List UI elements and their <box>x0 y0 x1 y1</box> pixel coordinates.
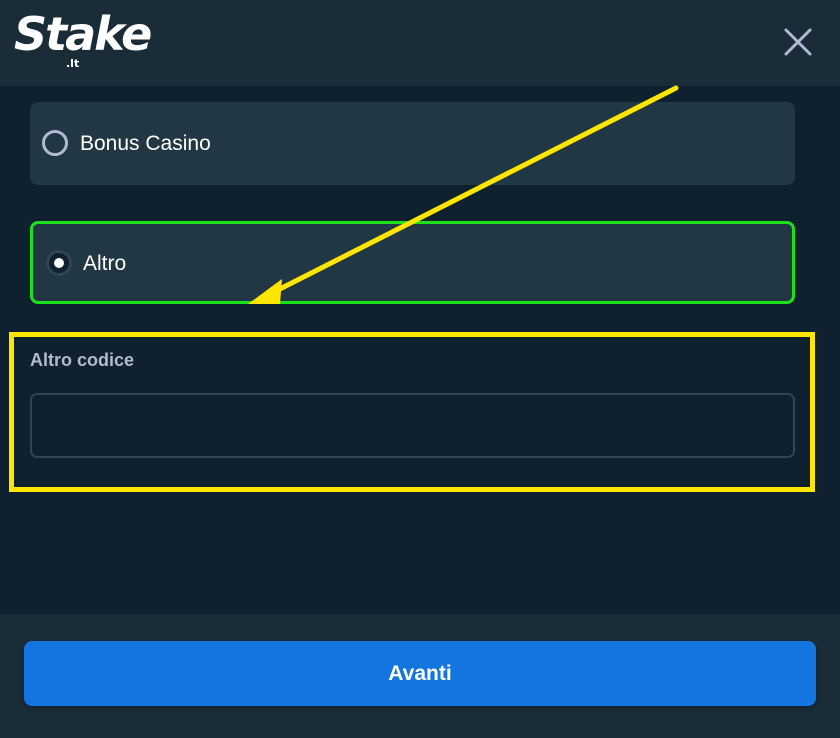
option-label: Bonus Casino <box>80 132 211 155</box>
other-code-input[interactable] <box>30 393 795 458</box>
logo-domain: .lt <box>66 57 80 70</box>
logo-wordmark: Stake <box>14 7 152 61</box>
radio-dot <box>54 258 64 268</box>
close-icon <box>784 28 812 56</box>
modal-header: Stake .lt <box>0 0 840 86</box>
modal-footer: Avanti <box>0 614 840 738</box>
option-bonus-casino[interactable]: Bonus Casino <box>30 102 795 185</box>
next-button[interactable]: Avanti <box>24 641 816 706</box>
option-label: Altro <box>83 252 127 275</box>
option-altro[interactable]: Altro <box>30 221 795 304</box>
other-code-label: Altro codice <box>30 350 135 370</box>
stake-logo: Stake .lt <box>10 2 152 76</box>
signup-modal: Stake .lt Bonus Casino Altro Altro codic… <box>0 0 840 738</box>
close-button[interactable] <box>778 22 818 62</box>
radio-selected[interactable] <box>46 250 72 276</box>
radio-unselected[interactable] <box>42 130 68 156</box>
